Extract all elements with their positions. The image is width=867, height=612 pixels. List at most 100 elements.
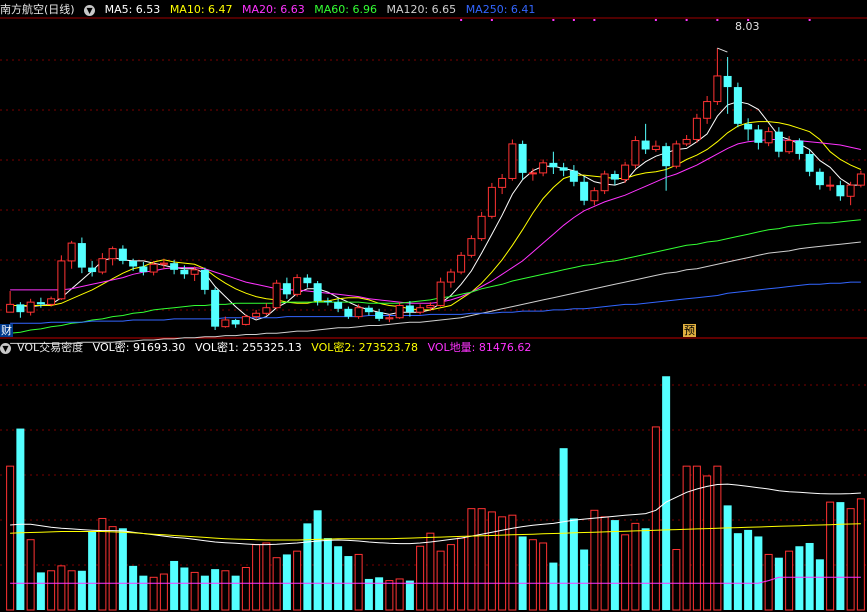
volume-bar-down	[375, 577, 384, 610]
volume-bar-down	[662, 376, 671, 610]
candle-body-up	[385, 317, 394, 320]
ma20-line	[10, 139, 862, 304]
volume-bar-up	[149, 576, 158, 611]
candle-body-up	[703, 101, 712, 119]
volume-bar-down	[744, 529, 753, 610]
forecast-marker[interactable]: 预	[683, 324, 696, 337]
candle	[375, 308, 384, 322]
candle-body-down	[744, 123, 753, 130]
volume-bar-up	[528, 539, 537, 611]
candle-body-down	[36, 302, 45, 305]
volume-bar-down	[405, 580, 414, 610]
candle-body-down	[723, 75, 732, 88]
volume-bar-down	[733, 533, 742, 610]
candle-body-up	[600, 173, 609, 192]
candle	[77, 237, 86, 274]
candle-body-up	[416, 307, 425, 313]
candle	[569, 165, 578, 187]
volume-bar-down	[815, 559, 824, 610]
candle	[662, 142, 671, 191]
candle	[364, 305, 373, 316]
candle	[631, 136, 640, 169]
chevron-down-icon[interactable]: ▼	[0, 342, 11, 354]
volume-bar-down	[805, 542, 814, 610]
candle	[559, 162, 568, 177]
candle	[211, 287, 220, 330]
candle-body-down	[610, 174, 619, 180]
volume-bar-down	[795, 546, 804, 610]
volume-bar-up	[436, 550, 445, 611]
candle	[549, 151, 558, 174]
candle	[733, 82, 742, 128]
candle	[262, 303, 271, 316]
candle-body-up	[856, 173, 865, 186]
ma10-line	[10, 121, 862, 311]
candle-body-up	[498, 177, 507, 188]
candle	[446, 268, 455, 288]
candle	[682, 135, 691, 147]
candle-body-up	[221, 319, 230, 328]
candle-body-up	[764, 131, 773, 144]
volume-bar-up	[385, 580, 394, 611]
candle-body-up	[26, 301, 35, 313]
candle-body-up	[621, 164, 630, 181]
candle-body-up	[457, 254, 466, 273]
candle-body-up	[785, 140, 794, 153]
volume-bar-series	[6, 376, 865, 611]
volume-bar-down	[36, 572, 45, 610]
candle-body-up	[826, 184, 835, 187]
candle-body-down	[569, 170, 578, 182]
candle	[528, 168, 537, 181]
volume-bar-down	[334, 546, 343, 610]
candle	[805, 149, 814, 177]
candle-body-up	[98, 258, 107, 273]
candle-body-up	[508, 143, 517, 179]
stock-chart-canvas[interactable]	[0, 0, 867, 612]
candle-body-up	[631, 140, 640, 166]
financial-report-marker[interactable]: 财	[0, 324, 13, 337]
candle	[815, 168, 824, 190]
candle	[590, 187, 599, 206]
volume-bar-down	[518, 536, 527, 610]
volume-bar-up	[672, 549, 681, 611]
candle	[826, 176, 835, 191]
candle	[303, 274, 312, 288]
volume-bar-up	[508, 514, 517, 611]
volume-bar-down	[569, 518, 578, 610]
volume-line	[10, 576, 861, 584]
signal-dot	[593, 19, 596, 21]
signal-dot	[716, 19, 719, 21]
signal-dot	[654, 19, 657, 21]
ma120-value: MA120: 6.65	[386, 3, 457, 16]
candle-body-down	[88, 267, 97, 273]
volume-bar-down	[549, 562, 558, 610]
candle	[139, 262, 148, 276]
candle	[754, 124, 763, 150]
candle-body-down	[170, 263, 179, 270]
ma20-value: MA20: 6.63	[242, 3, 305, 16]
candle	[610, 170, 619, 186]
volume-bar-down	[303, 523, 312, 610]
stock-name: 南方航空(日线)	[0, 3, 75, 16]
volume-bar-up	[252, 544, 261, 611]
candle	[621, 161, 630, 183]
volume-line	[10, 483, 861, 546]
candle	[231, 318, 240, 328]
volume-bar-up	[457, 537, 466, 611]
volume-bar-down	[231, 575, 240, 610]
volume-bar-up	[590, 509, 599, 611]
candle	[846, 181, 855, 206]
candle-body-up	[713, 75, 722, 103]
volume-bar-up	[6, 465, 15, 611]
chevron-down-icon[interactable]: ▼	[84, 4, 96, 16]
volume-bar-down	[180, 567, 189, 610]
candle-body-up	[487, 186, 496, 217]
ma5-value: MA5: 6.53	[104, 3, 161, 16]
signal-dot	[685, 19, 688, 21]
candle	[416, 304, 425, 315]
candle-body-up	[272, 282, 281, 309]
volume-bar-down	[118, 528, 127, 610]
candle-body-down	[641, 140, 650, 150]
candle	[395, 302, 404, 319]
candle-body-down	[662, 146, 671, 167]
